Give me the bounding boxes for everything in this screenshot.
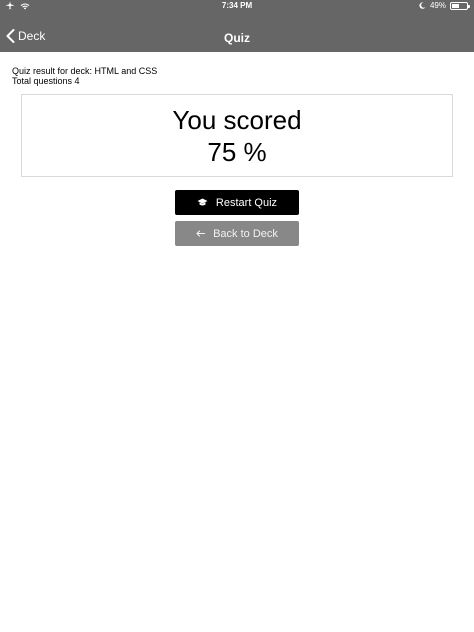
status-bar: 7:34 PM 49% (0, 0, 474, 13)
arrow-left-icon (196, 230, 206, 237)
top-bar: 7:34 PM 49% Deck Quiz (0, 0, 474, 52)
score-heading: You scored (172, 105, 302, 135)
battery-icon (450, 1, 470, 10)
page-title: Quiz (224, 31, 250, 45)
status-right: 49% (419, 1, 470, 10)
quiz-result-text: Quiz result for deck: HTML and CSS (12, 66, 158, 76)
graduation-cap-icon (197, 198, 208, 207)
total-questions-text: Total questions 4 (12, 76, 80, 86)
back-to-deck-button[interactable]: Back to Deck (175, 221, 299, 246)
navigation-bar: Deck Quiz (0, 24, 474, 52)
back-to-deck-label: Back to Deck (213, 227, 278, 240)
restart-quiz-button[interactable]: Restart Quiz (175, 190, 299, 215)
score-value: 75 % (207, 137, 267, 167)
restart-quiz-label: Restart Quiz (215, 196, 278, 209)
moon-icon (419, 2, 426, 9)
battery-percent: 49% (429, 1, 446, 10)
quiz-info: Quiz result for deck: HTML and CSS Total… (12, 66, 157, 86)
status-time: 7:34 PM (221, 1, 253, 10)
battery-level (452, 3, 459, 8)
score-card: You scored 75 % (21, 94, 453, 177)
